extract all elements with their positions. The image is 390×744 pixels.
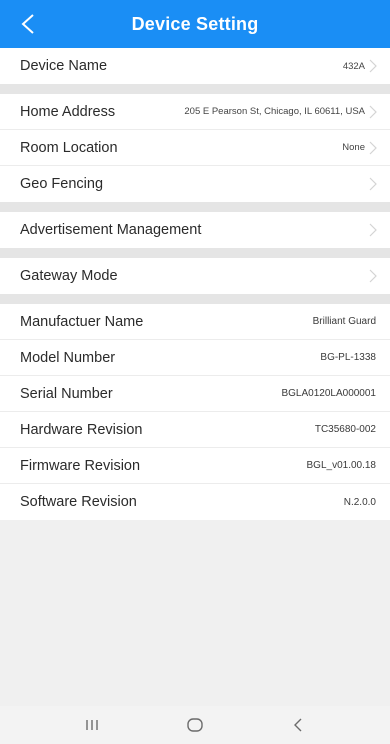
model-number-label: Model Number <box>20 349 116 366</box>
info-row-firmware: Firmware Revision BGL_v01.00.18 <box>0 448 390 484</box>
gateway-mode-row[interactable]: Gateway Mode <box>0 258 390 294</box>
device-name-label: Device Name <box>20 58 108 74</box>
chevron-left-icon <box>21 14 34 34</box>
back-nav-button[interactable] <box>278 710 318 740</box>
firmware-revision-value: BGL_v01.00.18 <box>306 460 377 471</box>
home-icon <box>187 718 203 732</box>
info-row-manufacturer: Manufactuer Name Brilliant Guard <box>0 304 390 340</box>
chevron-right-icon <box>369 141 377 154</box>
geo-fencing-row[interactable]: Geo Fencing <box>0 166 390 202</box>
room-location-row[interactable]: Room Location None <box>0 130 390 166</box>
info-row-software: Software Revision N.2.0.0 <box>0 484 390 520</box>
gateway-group: Gateway Mode <box>0 258 390 294</box>
page-title: Device Setting <box>131 13 259 34</box>
device-name-group: Device Name 432A <box>0 48 390 84</box>
geo-fencing-label: Geo Fencing <box>20 176 104 192</box>
chevron-right-icon <box>369 59 377 73</box>
advertisement-group: Advertisement Management <box>0 212 390 248</box>
software-revision-value: N.2.0.0 <box>343 496 376 508</box>
manufacturer-label: Manufactuer Name <box>20 313 144 330</box>
chevron-right-icon <box>369 269 377 283</box>
app-header: Device Setting <box>0 0 390 48</box>
advertisement-management-row[interactable]: Advertisement Management <box>0 212 390 248</box>
serial-number-label: Serial Number <box>20 385 113 402</box>
group-separator <box>0 248 390 258</box>
chevron-right-icon <box>369 223 377 237</box>
home-address-value: 205 E Pearson St, Chicago, IL 60611, USA <box>184 106 365 117</box>
gateway-mode-label: Gateway Mode <box>20 268 118 284</box>
advertisement-management-label: Advertisement Management <box>20 222 202 238</box>
home-button[interactable] <box>175 710 215 740</box>
firmware-revision-label: Firmware Revision <box>20 457 141 474</box>
device-info-group: Manufactuer Name Brilliant Guard Model N… <box>0 304 390 520</box>
manufacturer-value: Brilliant Guard <box>312 316 376 327</box>
chevron-right-icon <box>369 105 377 118</box>
info-row-serial: Serial Number BGLA0120LA000001 <box>0 376 390 412</box>
home-address-row[interactable]: Home Address 205 E Pearson St, Chicago, … <box>0 94 390 130</box>
hardware-revision-value: TC35680-002 <box>314 424 376 435</box>
room-location-value: None <box>342 142 365 153</box>
software-revision-label: Software Revision <box>20 494 137 510</box>
model-number-value: BG-PL-1338 <box>320 352 376 363</box>
location-group: Home Address 205 E Pearson St, Chicago, … <box>0 94 390 202</box>
group-separator <box>0 84 390 94</box>
system-navigation-bar <box>0 706 390 744</box>
recent-apps-button[interactable] <box>72 710 112 740</box>
info-row-hardware: Hardware Revision TC35680-002 <box>0 412 390 448</box>
serial-number-value: BGLA0120LA000001 <box>281 388 376 399</box>
device-name-row[interactable]: Device Name 432A <box>0 48 390 84</box>
device-name-value: 432A <box>342 60 365 72</box>
group-separator <box>0 294 390 304</box>
group-separator <box>0 202 390 212</box>
home-address-label: Home Address <box>20 103 116 120</box>
recent-apps-icon <box>85 720 98 730</box>
room-location-label: Room Location <box>20 139 118 156</box>
hardware-revision-label: Hardware Revision <box>20 421 143 438</box>
info-row-model: Model Number BG-PL-1338 <box>0 340 390 376</box>
chevron-right-icon <box>369 177 377 191</box>
settings-list: Device Name 432A Home Address 205 E Pear… <box>0 48 390 520</box>
back-button[interactable] <box>10 6 46 42</box>
back-icon <box>294 718 302 732</box>
